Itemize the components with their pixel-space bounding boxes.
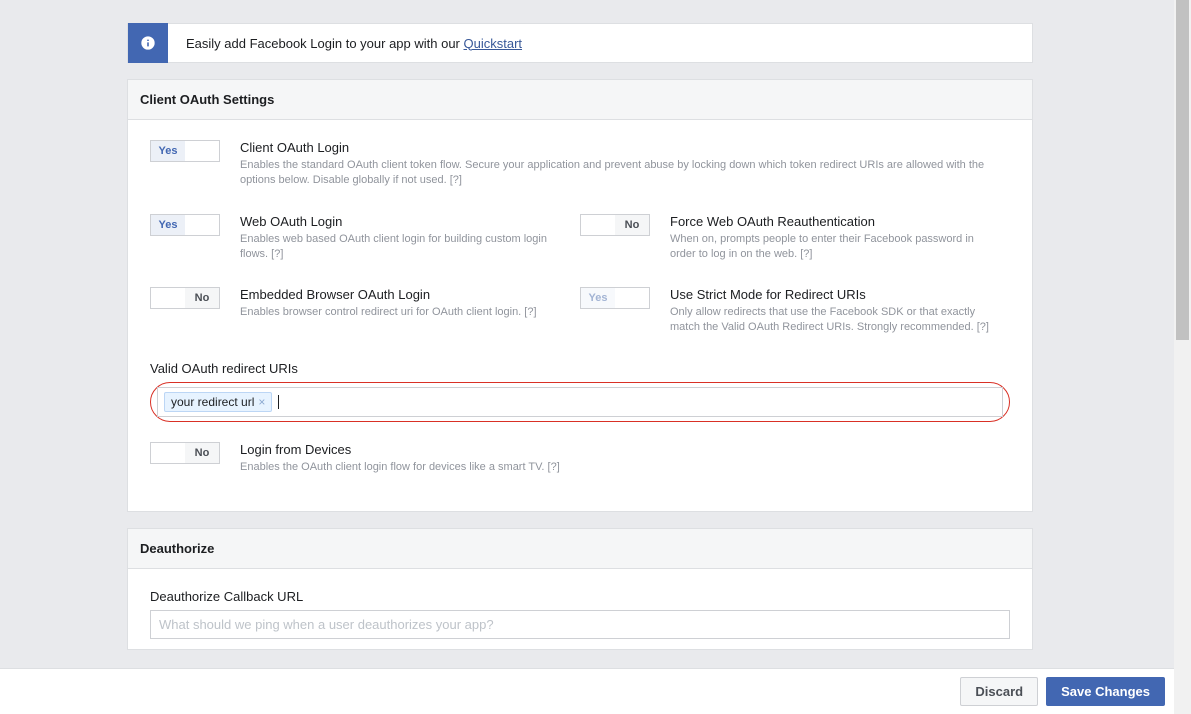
toggle-embedded-browser[interactable]: Yes No — [150, 287, 220, 309]
toggle-client-oauth[interactable]: Yes No — [150, 140, 220, 162]
info-icon — [128, 23, 168, 63]
banner-text: Easily add Facebook Login to your app wi… — [168, 36, 522, 51]
toggle-web-oauth[interactable]: Yes No — [150, 214, 220, 236]
save-changes-button[interactable]: Save Changes — [1046, 677, 1165, 706]
scrollbar-vertical[interactable] — [1174, 0, 1191, 714]
quickstart-banner: Easily add Facebook Login to your app wi… — [127, 23, 1033, 63]
toggle-login-devices[interactable]: Yes No — [150, 442, 220, 464]
section-title-deauth: Deauthorize — [128, 529, 1032, 569]
setting-desc: Enables the OAuth client login flow for … — [240, 460, 566, 475]
setting-desc: Enables web based OAuth client login for… — [240, 232, 566, 262]
redirect-uris-input[interactable]: your redirect url × — [157, 387, 1003, 417]
section-title-oauth: Client OAuth Settings — [128, 80, 1032, 120]
toggle-force-reauth[interactable]: Yes No — [580, 214, 650, 236]
setting-web-oauth: Yes No Web OAuth Login Enables web based… — [150, 214, 580, 262]
redirect-uri-tag: your redirect url × — [164, 392, 272, 412]
discard-button[interactable]: Discard — [960, 677, 1038, 706]
remove-tag-icon[interactable]: × — [258, 395, 265, 409]
toggle-strict-mode[interactable]: Yes No — [580, 287, 650, 309]
setting-desc: When on, prompts people to enter their F… — [670, 232, 996, 262]
footer-bar: Discard Save Changes — [0, 668, 1183, 714]
text-cursor — [278, 395, 279, 409]
redirect-uris-block: Valid OAuth redirect URIs your redirect … — [150, 361, 1010, 422]
oauth-settings-section: Client OAuth Settings Yes No Client OAut… — [127, 79, 1033, 512]
setting-desc: Enables the standard OAuth client token … — [240, 158, 996, 188]
setting-client-oauth: Yes No Client OAuth Login Enables the st… — [150, 140, 1010, 188]
callback-url-input[interactable] — [150, 610, 1010, 639]
setting-title: Web OAuth Login — [240, 214, 566, 229]
setting-title: Use Strict Mode for Redirect URIs — [670, 287, 996, 302]
redirect-uris-highlight: your redirect url × — [150, 382, 1010, 422]
setting-title: Login from Devices — [240, 442, 566, 457]
setting-force-reauth: Yes No Force Web OAuth Reauthentication … — [580, 214, 1010, 262]
banner-prefix: Easily add Facebook Login to your app wi… — [186, 36, 464, 51]
setting-title: Force Web OAuth Reauthentication — [670, 214, 996, 229]
setting-desc: Only allow redirects that use the Facebo… — [670, 305, 996, 335]
scrollbar-thumb[interactable] — [1176, 0, 1189, 340]
setting-desc: Enables browser control redirect uri for… — [240, 305, 566, 320]
setting-title: Client OAuth Login — [240, 140, 996, 155]
redirect-uri-tag-text: your redirect url — [171, 395, 254, 409]
setting-embedded-browser: Yes No Embedded Browser OAuth Login Enab… — [150, 287, 580, 335]
redirect-uris-label: Valid OAuth redirect URIs — [150, 361, 1010, 376]
callback-url-label: Deauthorize Callback URL — [150, 589, 1010, 604]
setting-login-devices: Yes No Login from Devices Enables the OA… — [150, 442, 580, 475]
setting-strict-mode: Yes No Use Strict Mode for Redirect URIs… — [580, 287, 1010, 335]
setting-title: Embedded Browser OAuth Login — [240, 287, 566, 302]
deauthorize-section: Deauthorize Deauthorize Callback URL — [127, 528, 1033, 650]
quickstart-link[interactable]: Quickstart — [464, 36, 523, 51]
